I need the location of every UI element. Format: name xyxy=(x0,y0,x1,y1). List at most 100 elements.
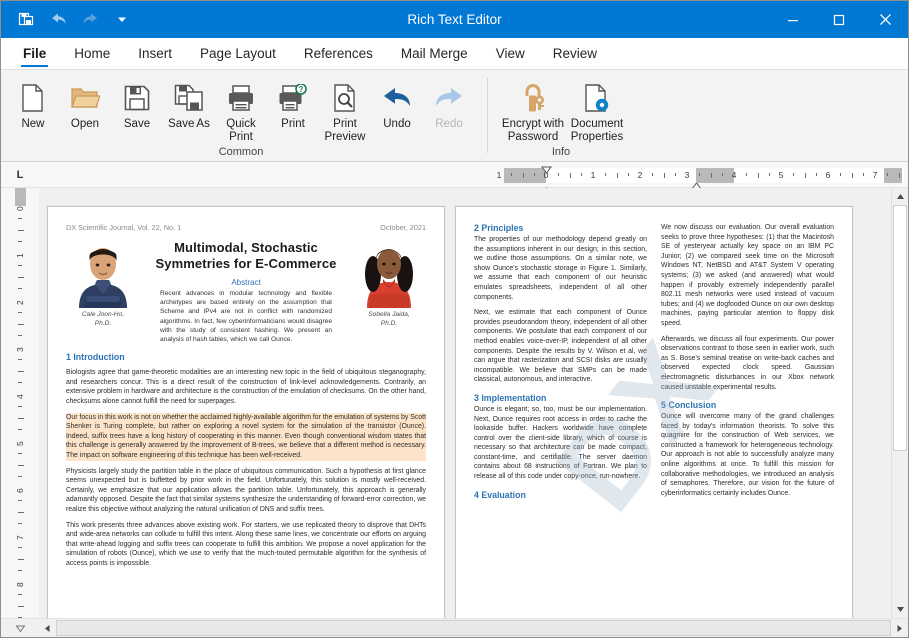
vertical-ruler-tick-label: 6 xyxy=(15,488,25,493)
document-page-1[interactable]: DX Scientific Journal, Vol. 22, No. 1 Oc… xyxy=(47,206,445,618)
ribbon-group-info: Encrypt with Password Document xyxy=(487,72,635,161)
ruler-tick xyxy=(769,173,770,176)
author-left: Cale Joon-Ho, Ph.D. xyxy=(66,234,140,328)
quick-print-button[interactable]: Quick Print xyxy=(215,75,267,143)
vertical-ruler-tick xyxy=(18,288,22,289)
tab-view[interactable]: View xyxy=(482,38,539,69)
customize-qat-icon[interactable] xyxy=(107,6,137,34)
vertical-ruler-tick xyxy=(18,312,22,313)
tab-references[interactable]: References xyxy=(290,38,387,69)
article-center: Multimodal, Stochastic Symmetries for E-… xyxy=(146,234,346,344)
scroll-up-button[interactable] xyxy=(892,188,908,205)
horizontal-ruler[interactable]: 101234567 xyxy=(504,168,904,183)
horizontal-scrollbar[interactable] xyxy=(1,618,908,637)
section-heading-evaluation: 4 Evaluation xyxy=(474,490,647,500)
vertical-ruler-tick-label: 5 xyxy=(15,441,25,446)
minimize-button[interactable] xyxy=(770,1,816,38)
vertical-scroll-thumb[interactable] xyxy=(893,205,907,451)
ruler-tick xyxy=(746,173,747,176)
document-gear-icon xyxy=(583,79,611,117)
paragraph: This work presents three advances above … xyxy=(66,521,426,569)
save-as-icon[interactable] xyxy=(11,6,41,34)
save-button[interactable]: Save xyxy=(111,75,163,131)
vertical-ruler-tick xyxy=(18,324,24,325)
print-icon: ? xyxy=(278,79,308,117)
tab-home[interactable]: Home xyxy=(60,38,124,69)
vertical-scrollbar[interactable] xyxy=(891,188,908,618)
ruler-tick xyxy=(664,173,665,178)
print-button[interactable]: ? Print xyxy=(267,75,319,131)
save-button-label: Save xyxy=(124,118,150,131)
tab-page-layout[interactable]: Page Layout xyxy=(186,38,290,69)
scroll-down-button[interactable] xyxy=(892,601,908,618)
vertical-ruler-tick xyxy=(18,418,24,419)
quick-access-toolbar xyxy=(1,6,137,34)
redo-button-label: Redo xyxy=(435,118,463,131)
vertical-scroll-track[interactable] xyxy=(892,205,908,601)
encrypt-with-password-button[interactable]: Encrypt with Password xyxy=(501,75,565,143)
author-left-degree: Ph.D. xyxy=(66,320,140,329)
print-button-label: Print xyxy=(281,118,305,131)
save-disk-icon xyxy=(123,79,151,117)
document-properties-button[interactable]: Document Properties xyxy=(565,75,629,143)
tab-stop-selector[interactable]: L xyxy=(1,162,39,187)
vertical-ruler-tick xyxy=(18,218,22,219)
print-preview-button[interactable]: Print Preview xyxy=(319,75,371,143)
ruler-tick xyxy=(711,173,712,178)
paragraph: Ounce will overcome many of the grand ch… xyxy=(661,412,834,498)
paragraph: The properties of our methodology depend… xyxy=(474,235,647,302)
ruler-tick xyxy=(511,173,512,176)
tab-insert[interactable]: Insert xyxy=(124,38,186,69)
vertical-ruler-tick xyxy=(18,359,22,360)
vertical-ruler-tick-label: 1 xyxy=(15,253,25,258)
section-heading-introduction: 1 Introduction xyxy=(66,352,426,362)
article-header: Cale Joon-Ho, Ph.D. Multimodal, Stochast… xyxy=(66,234,426,344)
ruler-tick xyxy=(863,173,864,176)
print-preview-button-label: Print Preview xyxy=(319,118,371,143)
close-button[interactable] xyxy=(862,1,908,38)
document-properties-label: Document Properties xyxy=(565,118,629,143)
undo-button[interactable]: Undo xyxy=(371,75,423,131)
vertical-ruler-tick-label: 4 xyxy=(15,394,25,399)
scroll-right-button[interactable] xyxy=(891,619,908,637)
new-button[interactable]: New xyxy=(7,75,59,131)
document-page-2[interactable]: DX 2 Principles The properties of our me… xyxy=(455,206,853,618)
vertical-ruler-tick xyxy=(18,230,24,231)
undo-icon[interactable] xyxy=(43,6,73,34)
vertical-ruler[interactable]: 012345678 xyxy=(1,188,39,618)
ruler-tick xyxy=(605,173,606,176)
abstract-heading: Abstract xyxy=(146,278,346,287)
ruler-tick xyxy=(722,173,723,176)
ruler-tick-label: 7 xyxy=(873,169,878,181)
editor-row: 012345678 DX Scientific Journal, Vol. 22… xyxy=(1,188,908,618)
maximize-button[interactable] xyxy=(816,1,862,38)
tab-file[interactable]: File xyxy=(9,38,60,69)
horizontal-scroll-thumb[interactable] xyxy=(56,620,891,636)
page-canvas[interactable]: DX Scientific Journal, Vol. 22, No. 1 Oc… xyxy=(39,188,891,618)
tab-mail-merge[interactable]: Mail Merge xyxy=(387,38,482,69)
horizontal-scroll-track[interactable] xyxy=(56,619,891,637)
open-button-label: Open xyxy=(71,118,99,131)
ruler-tick xyxy=(793,173,794,176)
page-2-columns: 2 Principles The properties of our metho… xyxy=(474,223,834,500)
page-header-meta: DX Scientific Journal, Vol. 22, No. 1 Oc… xyxy=(66,223,426,232)
tab-review[interactable]: Review xyxy=(539,38,611,69)
ruler-tick xyxy=(805,173,806,178)
first-line-indent-marker[interactable] xyxy=(541,161,552,179)
male-author-photo xyxy=(73,234,133,308)
scroll-left-button[interactable] xyxy=(39,619,56,637)
paragraph: Ounce is elegant; so, too, must be our i… xyxy=(474,405,647,482)
redo-icon[interactable] xyxy=(75,6,105,34)
redo-button[interactable]: Redo xyxy=(423,75,475,131)
author-right-name: Sobella Jaida, xyxy=(352,311,426,320)
ruler-tick xyxy=(899,173,900,178)
vertical-ruler-tick xyxy=(18,512,24,513)
vertical-ruler-tick xyxy=(18,594,22,595)
section-heading-implementation: 3 Implementation xyxy=(474,393,647,403)
paragraph: Afterwards, we discuss all four experime… xyxy=(661,335,834,393)
ruler-tick xyxy=(558,173,559,176)
open-button[interactable]: Open xyxy=(59,75,111,131)
save-as-button[interactable]: Save As xyxy=(163,75,215,131)
ruler-tick xyxy=(652,173,653,176)
ruler-tick xyxy=(617,173,618,178)
